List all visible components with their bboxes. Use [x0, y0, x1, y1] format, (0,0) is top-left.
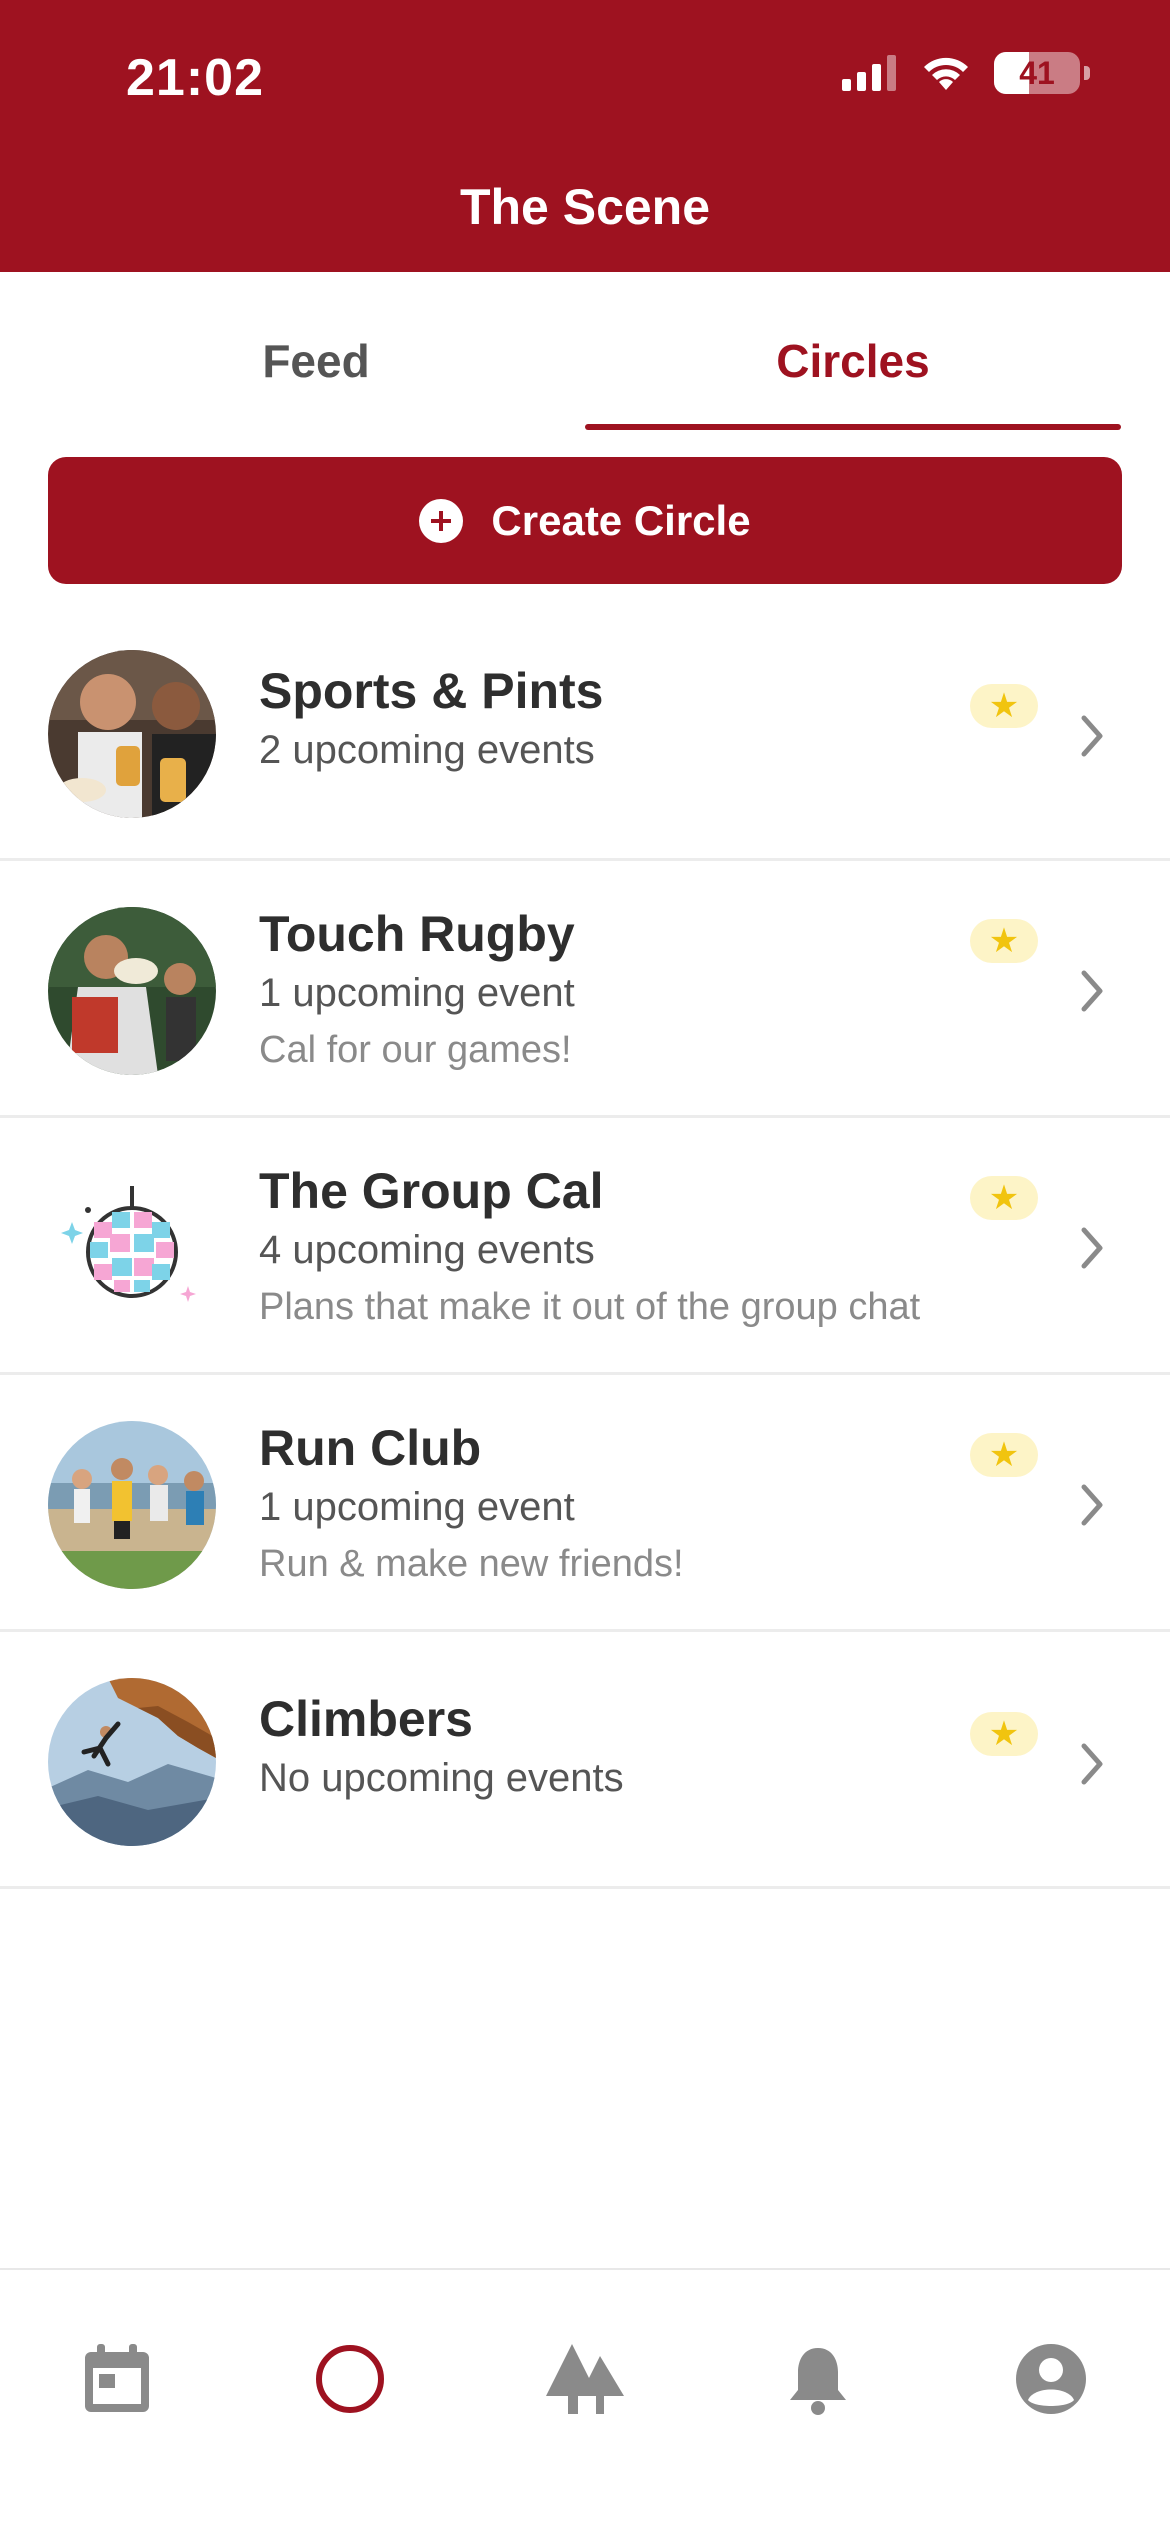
star-badge[interactable]: ★ [970, 1712, 1038, 1756]
circle-row-touch-rugby[interactable]: Touch Rugby 1 upcoming event Cal for our… [0, 861, 1170, 1118]
tab-explore[interactable] [540, 2334, 630, 2424]
star-badge[interactable]: ★ [970, 1433, 1038, 1477]
page-title: The Scene [459, 179, 711, 235]
circle-row-sports-pints[interactable]: Sports & Pints 2 upcoming events ★ [0, 604, 1170, 861]
tab-circles[interactable]: Circles [585, 334, 1121, 388]
battery-level: 41 [1019, 55, 1055, 91]
star-badge[interactable]: ★ [970, 919, 1038, 963]
circle-avatar [48, 1421, 216, 1589]
tab-profile[interactable] [1006, 2334, 1096, 2424]
create-circle-button[interactable]: Create Circle [48, 457, 1122, 584]
circle-name: Touch Rugby [259, 906, 575, 962]
circle-name: Run Club [259, 1420, 482, 1476]
circle-row-group-cal[interactable]: The Group Cal 4 upcoming events Plans th… [0, 1118, 1170, 1375]
plus-circle-icon [419, 498, 464, 543]
bottom-tab-bar [0, 2268, 1170, 2532]
tab-notifications[interactable] [773, 2334, 863, 2424]
star-icon: ★ [988, 1436, 1020, 1474]
star-icon: ★ [988, 1179, 1020, 1217]
circle-description: Run & make new friends! [259, 1543, 684, 1585]
bell-icon [790, 2348, 846, 2415]
disco-ball-icon [48, 1164, 216, 1332]
segment-tabs: Feed Circles [0, 272, 1170, 432]
star-badge[interactable]: ★ [970, 684, 1038, 728]
star-icon: ★ [988, 1715, 1020, 1753]
circle-avatar [48, 650, 216, 818]
tab-circles-nav[interactable] [305, 2334, 395, 2424]
circle-events: 1 upcoming event [259, 971, 575, 1015]
tab-feed[interactable]: Feed [48, 334, 584, 388]
circle-row-climbers[interactable]: Climbers No upcoming events ★ [0, 1632, 1170, 1889]
wifi-icon [924, 57, 968, 90]
chevron-right-icon [1081, 1743, 1103, 1785]
circle-events: 2 upcoming events [259, 728, 595, 772]
circle-description: Cal for our games! [259, 1029, 572, 1071]
profile-icon [1016, 2344, 1086, 2414]
circle-events: 4 upcoming events [259, 1228, 595, 1272]
signal-icon [842, 55, 896, 91]
circle-events: No upcoming events [259, 1756, 624, 1800]
circle-name: Sports & Pints [259, 663, 604, 719]
chevron-right-icon [1081, 1484, 1103, 1526]
star-icon: ★ [988, 687, 1020, 725]
status-time: 21:02 [126, 49, 264, 107]
star-badge[interactable]: ★ [970, 1176, 1038, 1220]
circle-icon [316, 2345, 384, 2413]
circle-list: Sports & Pints 2 upcoming events ★ Touch… [0, 604, 1170, 1889]
chevron-right-icon [1081, 1227, 1103, 1269]
active-tab-indicator [585, 424, 1121, 430]
chevron-right-icon [1081, 970, 1103, 1012]
app-header: 21:02 41 The Scene [0, 0, 1170, 272]
battery-indicator: 41 [994, 52, 1080, 94]
battery-tip [1084, 66, 1090, 80]
circle-name: The Group Cal [259, 1163, 604, 1219]
star-icon: ★ [988, 922, 1020, 960]
calendar-icon [85, 2344, 149, 2412]
circle-avatar [48, 907, 216, 1075]
trees-icon [546, 2344, 624, 2414]
circle-avatar [48, 1678, 216, 1846]
chevron-right-icon [1081, 715, 1103, 757]
circle-events: 1 upcoming event [259, 1485, 575, 1529]
status-icons: 41 [842, 52, 1090, 94]
circle-row-run-club[interactable]: Run Club 1 upcoming event Run & make new… [0, 1375, 1170, 1632]
circle-name: Climbers [259, 1691, 473, 1747]
tab-calendar[interactable] [72, 2334, 162, 2424]
circle-description: Plans that make it out of the group chat [259, 1286, 921, 1328]
create-circle-label: Create Circle [491, 496, 751, 544]
